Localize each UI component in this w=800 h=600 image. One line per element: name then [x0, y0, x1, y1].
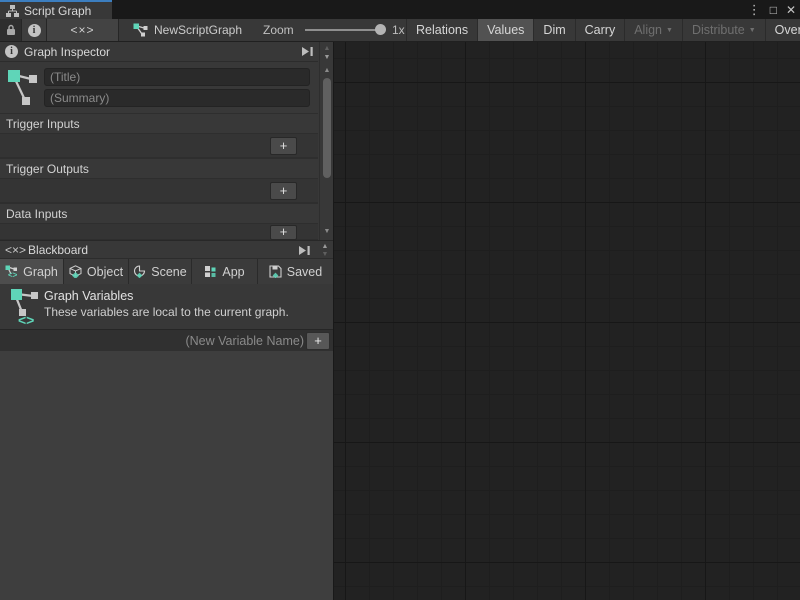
- graph-inspector-header: i Graph Inspector: [0, 42, 318, 62]
- carry-button[interactable]: Carry: [575, 19, 625, 41]
- trigger-outputs-header: Trigger Outputs: [0, 158, 318, 178]
- blackboard-toggle-button[interactable]: <×>: [47, 19, 119, 41]
- data-inputs-row: +: [0, 223, 318, 240]
- trigger-inputs-header: Trigger Inputs: [0, 113, 318, 133]
- graph-canvas[interactable]: [334, 42, 800, 600]
- dim-label: Dim: [543, 23, 565, 37]
- tab-script-graph[interactable]: Script Graph: [0, 0, 112, 19]
- zoom-slider-track[interactable]: [305, 29, 383, 31]
- code-brackets-icon: <×>: [70, 23, 94, 37]
- graph-name-label: NewScriptGraph: [154, 23, 242, 37]
- scroll-down-icon[interactable]: ▼: [320, 228, 334, 236]
- dock-panel-icon[interactable]: [298, 245, 311, 256]
- trigger-outputs-row: +: [0, 178, 318, 203]
- graph-summary-input[interactable]: [44, 89, 310, 107]
- graph-toolbar: i <×> NewScriptGraph Zoom 1x Relations V…: [0, 19, 800, 42]
- distribute-dropdown[interactable]: Distribute ▼: [682, 19, 765, 41]
- inspector-scrollbar[interactable]: ▲ ▼ ▲ ▼: [319, 42, 333, 240]
- graph-variables-description: These variables are local to the current…: [44, 305, 289, 319]
- trigger-inputs-label: Trigger Inputs: [6, 117, 80, 131]
- tab-object-variables[interactable]: Object: [64, 259, 128, 284]
- data-inputs-header: Data Inputs: [0, 203, 318, 223]
- trigger-inputs-row: +: [0, 133, 318, 158]
- lock-button[interactable]: [0, 19, 22, 41]
- graph-inspector-title: Graph Inspector: [24, 45, 110, 59]
- relations-label: Relations: [416, 23, 468, 37]
- titlebar: Script Graph ⋮ □ ✕: [0, 0, 800, 19]
- graph-variables-icon: <>: [10, 288, 42, 326]
- data-inputs-label: Data Inputs: [6, 207, 67, 221]
- scene-icon: [133, 265, 146, 278]
- saved-floppy-icon: [269, 265, 282, 278]
- align-dropdown[interactable]: Align ▼: [624, 19, 682, 41]
- carry-label: Carry: [585, 23, 616, 37]
- relations-button[interactable]: Relations: [406, 19, 477, 41]
- chevron-down-icon: ▼: [749, 27, 756, 34]
- dim-button[interactable]: Dim: [533, 19, 574, 41]
- blackboard-title: Blackboard: [28, 243, 88, 257]
- info-icon: i: [5, 45, 18, 58]
- tab-scene-label: Scene: [151, 265, 186, 279]
- side-panel: i Graph Inspector Trigger Inputs + Trigg…: [0, 42, 333, 600]
- close-icon[interactable]: ✕: [786, 3, 796, 17]
- add-trigger-input-button[interactable]: +: [270, 137, 297, 155]
- blackboard-header: <×> Blackboard ▲ ▼: [0, 240, 333, 259]
- tab-graph-variables[interactable]: <> Graph: [0, 259, 63, 284]
- window-controls: ⋮ □ ✕: [748, 0, 796, 19]
- maximize-icon[interactable]: □: [770, 3, 777, 17]
- graph-inspector-node-icon: [7, 68, 39, 108]
- tab-object-label: Object: [87, 265, 123, 279]
- zoom-slider-handle[interactable]: [375, 24, 386, 35]
- zoom-value: 1x: [392, 19, 405, 41]
- overview-label: Overview: [775, 23, 800, 37]
- trigger-outputs-label: Trigger Outputs: [6, 162, 89, 176]
- script-graph-tab-icon: [6, 4, 19, 17]
- tab-saved-label: Saved: [287, 265, 322, 279]
- add-data-input-button[interactable]: +: [270, 225, 297, 240]
- lock-icon: [6, 24, 16, 36]
- tab-graph-label: Graph: [23, 265, 58, 279]
- blackboard-tabs: <> Graph Object Scene: [0, 259, 333, 284]
- variables-list-empty-area: [0, 351, 333, 600]
- tab-app-variables[interactable]: App: [192, 259, 257, 284]
- info-icon: i: [28, 24, 41, 37]
- align-label: Align: [634, 23, 662, 37]
- tab-title: Script Graph: [24, 4, 91, 18]
- object-cube-icon: [69, 265, 82, 278]
- tab-app-label: App: [222, 265, 244, 279]
- inspector-toggle-button[interactable]: i: [22, 19, 47, 41]
- graph-title-input[interactable]: [44, 68, 310, 86]
- add-variable-button[interactable]: +: [306, 332, 330, 350]
- scrollbar-thumb[interactable]: [323, 78, 331, 178]
- new-variable-row: +: [0, 329, 333, 351]
- graph-variables-title: Graph Variables: [44, 289, 133, 303]
- distribute-label: Distribute: [692, 23, 745, 37]
- overview-button[interactable]: Overview: [765, 19, 800, 41]
- tab-scene-variables[interactable]: Scene: [129, 259, 191, 284]
- script-graph-window: Script Graph ⋮ □ ✕ i <×>: [0, 0, 800, 600]
- graph-breadcrumb[interactable]: NewScriptGraph: [133, 19, 242, 41]
- code-brackets-icon: <×>: [5, 243, 26, 257]
- values-label: Values: [487, 23, 524, 37]
- graph-node-icon: [133, 23, 148, 37]
- scroll-down-icon[interactable]: ▼: [320, 54, 334, 62]
- graph-variables-tab-icon: <>: [5, 265, 18, 278]
- dock-panel-icon[interactable]: [301, 46, 314, 57]
- chevron-down-icon: ▼: [666, 27, 673, 34]
- scroll-up-icon[interactable]: ▲: [320, 45, 334, 53]
- window-menu-icon[interactable]: ⋮: [748, 2, 761, 18]
- app-blocks-icon: [204, 265, 217, 278]
- values-button[interactable]: Values: [477, 19, 533, 41]
- scroll-up-icon[interactable]: ▲: [318, 243, 332, 251]
- svg-text:<>: <>: [8, 271, 18, 279]
- scroll-down-icon[interactable]: ▼: [318, 251, 332, 259]
- tab-saved-variables[interactable]: Saved: [258, 259, 333, 284]
- new-variable-name-input[interactable]: [4, 332, 304, 350]
- scroll-up-icon[interactable]: ▲: [320, 67, 334, 75]
- toolbar-toggle-group: Relations Values Dim Carry Align ▼ Distr…: [406, 19, 800, 41]
- zoom-label: Zoom: [263, 19, 294, 41]
- graph-variables-section: <> Graph Variables These variables are l…: [0, 284, 333, 329]
- add-trigger-output-button[interactable]: +: [270, 182, 297, 200]
- svg-text:<>: <>: [18, 312, 34, 326]
